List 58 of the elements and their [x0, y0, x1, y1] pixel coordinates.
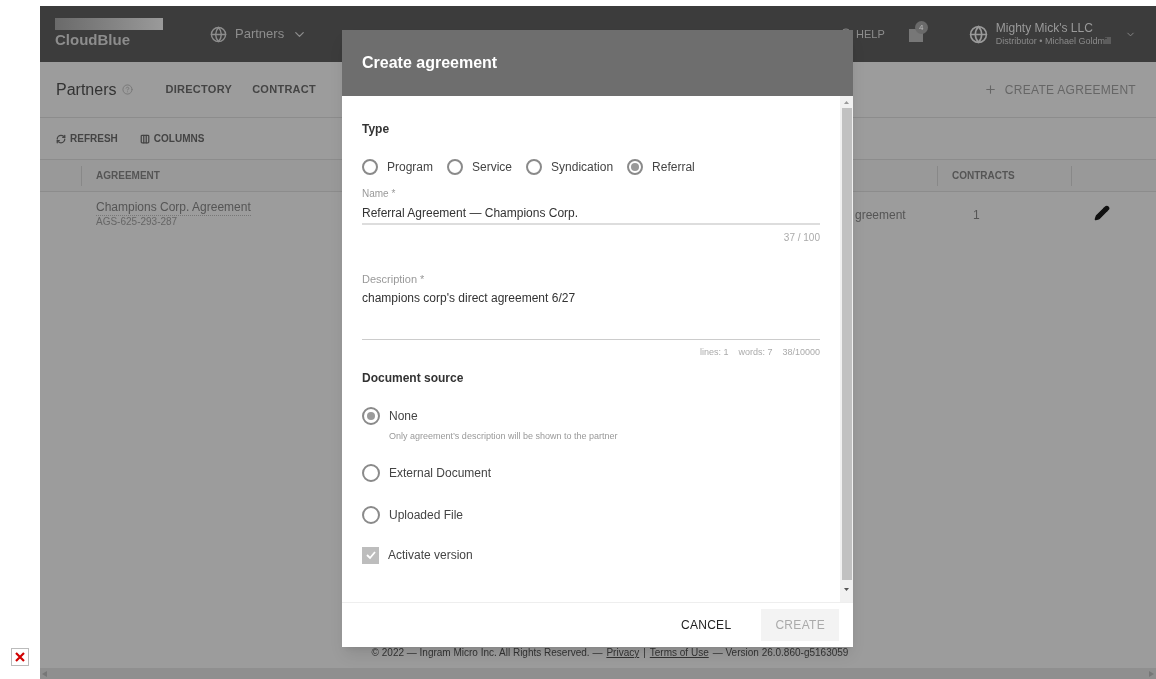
character-counter: 37 / 100	[783, 231, 820, 245]
section-label: Type	[362, 121, 391, 138]
terms-link[interactable]: Terms of Use	[649, 645, 709, 660]
columns-button[interactable]: COLUMNS	[139, 131, 205, 146]
field-label: Name *	[362, 187, 397, 201]
globe-icon	[210, 25, 227, 43]
radio-button[interactable]	[362, 506, 380, 524]
name-field[interactable]: Referral Agreement — Champions Corp.	[362, 203, 820, 225]
broken-image-icon	[11, 648, 29, 666]
checkmark-icon	[364, 549, 377, 561]
description-stat: words: 7	[738, 345, 773, 359]
columns-icon	[139, 133, 150, 144]
cancel-button[interactable]: CANCEL	[666, 609, 746, 641]
vertical-scrollbar[interactable]	[840, 96, 853, 602]
radio-button[interactable]	[362, 159, 378, 175]
copyright-text: © 2022 — Ingram Micro Inc. All Rights Reserved. —	[371, 646, 603, 660]
radio-label: Syndication	[551, 159, 614, 176]
dialog-title: Create agreement	[362, 53, 498, 73]
edit-icon[interactable]	[1094, 205, 1110, 221]
radio-button[interactable]	[362, 407, 380, 425]
radio-label: Referral	[652, 159, 695, 176]
checkbox[interactable]	[362, 546, 379, 564]
column-header: CONTRACTS	[937, 165, 1072, 186]
agreement-link[interactable]: Champions Corp. Agreement	[96, 200, 251, 216]
table-cell-text: greement	[855, 207, 907, 224]
description-stat: 38/10000	[782, 345, 820, 359]
radio-label: Service	[472, 159, 513, 176]
hint-text: Only agreement’s description will be shown to the partner	[389, 430, 619, 443]
separator-text: |	[643, 646, 646, 660]
module-menu[interactable]: Partners	[210, 24, 308, 44]
radio-button[interactable]	[526, 159, 543, 175]
radio-button[interactable]	[627, 159, 644, 175]
radio-label: None	[389, 408, 418, 425]
logo: CloudBlue	[55, 30, 131, 50]
section-label: Document source	[362, 370, 465, 387]
globe-icon	[968, 24, 988, 44]
checkbox-label: Activate version	[388, 547, 473, 564]
notification-badge: 4	[914, 21, 928, 34]
radio-label: External Document	[389, 465, 492, 482]
privacy-link[interactable]: Privacy	[606, 645, 640, 660]
version-text: — Version 26.0.860-g5163059	[712, 646, 849, 660]
radio-label: Program	[387, 159, 433, 176]
refresh-icon	[56, 133, 66, 144]
field-label: Description *	[362, 272, 426, 287]
description-stat: lines: 1	[699, 345, 729, 359]
notifications-button[interactable]: 4	[906, 24, 927, 44]
radio-label: Uploaded File	[389, 507, 464, 524]
table-cell-text: 1	[972, 207, 981, 224]
account-name: Mighty Mick's LLC	[995, 20, 1094, 36]
tab[interactable]: CONTRACT	[248, 77, 321, 102]
page-title: Partners	[56, 79, 117, 100]
radio-button[interactable]	[447, 159, 463, 175]
description-field[interactable]: champions corp's direct agreement 6/27	[362, 289, 820, 340]
radio-button[interactable]	[362, 464, 380, 482]
tab[interactable]: DIRECTORY	[161, 77, 237, 102]
refresh-button[interactable]: REFRESH	[56, 131, 118, 146]
plus-icon	[983, 83, 997, 96]
account-role: Distributor • Michael Goldmill	[995, 35, 1111, 48]
